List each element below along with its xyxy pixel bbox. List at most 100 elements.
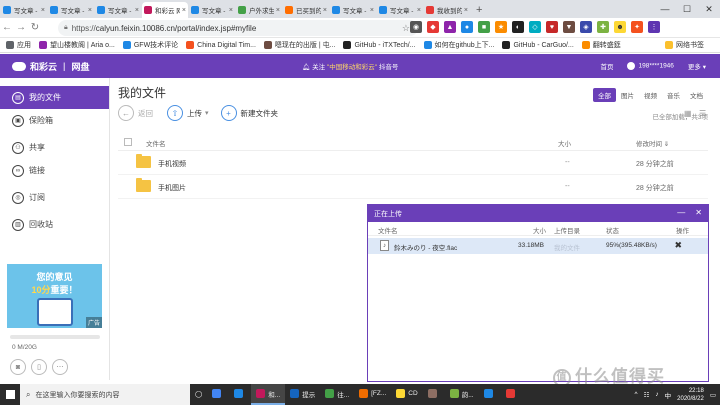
bookmark-item[interactable]: 应用 bbox=[6, 40, 31, 50]
bookmark-item[interactable]: GitHub - CarGuo/... bbox=[502, 41, 574, 49]
taskbar-app[interactable] bbox=[423, 384, 445, 405]
grid-view-icon[interactable]: ▦ bbox=[684, 109, 693, 118]
browser-tab[interactable]: 写文章 - 知× bbox=[95, 2, 141, 18]
taskbar-app[interactable] bbox=[207, 384, 229, 405]
sidebar-item-4[interactable]: ◎ 订阅 bbox=[0, 186, 109, 209]
taskbar-app[interactable]: 往... bbox=[320, 384, 354, 405]
close-window-button[interactable]: ✕ bbox=[698, 0, 720, 18]
column-size[interactable]: 大小 bbox=[558, 138, 571, 148]
sidebar-item-5[interactable]: ▥ 回收站 bbox=[0, 213, 109, 236]
bookmark-item[interactable]: China Digital Tim... bbox=[186, 41, 256, 49]
taskbar-app[interactable]: 韵... bbox=[445, 384, 479, 405]
ime-icon[interactable]: 中 bbox=[665, 390, 672, 400]
maximize-window-button[interactable]: ☐ bbox=[676, 0, 698, 18]
column-name[interactable]: 文件名 bbox=[146, 138, 166, 148]
close-tab-icon[interactable]: × bbox=[135, 7, 139, 14]
tray-arrow-icon[interactable]: ^ bbox=[635, 391, 638, 398]
bookmark-item[interactable]: 望山楼教阁 | Aria o... bbox=[39, 40, 115, 50]
filter-tab-1[interactable]: 图片 bbox=[616, 88, 639, 102]
minimize-window-button[interactable]: — bbox=[654, 0, 676, 18]
browser-tab[interactable]: 写文章 - 知× bbox=[189, 2, 235, 18]
more-menu[interactable]: 更多 ▾ bbox=[688, 61, 706, 71]
close-icon[interactable]: ✕ bbox=[695, 208, 702, 217]
minimize-icon[interactable]: — bbox=[677, 208, 685, 217]
extension-icon[interactable]: ■ bbox=[478, 21, 490, 33]
extension-icon[interactable]: ◆ bbox=[427, 21, 439, 33]
back-button[interactable]: 返回 bbox=[138, 108, 153, 119]
extension-icon[interactable]: ◇ bbox=[529, 21, 541, 33]
taskbar-app[interactable]: CD bbox=[391, 384, 422, 405]
extension-icon[interactable]: ▼ bbox=[563, 21, 575, 33]
cancel-upload-icon[interactable]: ✖ bbox=[674, 240, 682, 251]
upload-button[interactable]: 上传 bbox=[187, 108, 202, 119]
extension-icon[interactable]: ◐ bbox=[512, 21, 524, 33]
browser-tab[interactable]: 写文章 - 知× bbox=[48, 2, 94, 18]
column-modified[interactable]: 修改时间 ⇓ bbox=[636, 138, 669, 148]
extension-icon[interactable]: ◈ bbox=[580, 21, 592, 33]
browser-tab[interactable]: 户外求生指× bbox=[236, 2, 282, 18]
new-folder-icon[interactable]: + bbox=[220, 105, 237, 121]
filter-tab-3[interactable]: 音乐 bbox=[662, 88, 685, 102]
table-row[interactable]: 手机视频 -- 28 分钟之前 bbox=[118, 152, 708, 175]
taskbar-app[interactable] bbox=[501, 384, 523, 405]
sidebar-item-3[interactable]: ∞ 链接 bbox=[0, 159, 109, 182]
forward-nav-icon[interactable]: → bbox=[14, 22, 28, 33]
extension-icon[interactable]: ✚ bbox=[597, 21, 609, 33]
android-icon[interactable]: ◙ bbox=[10, 359, 26, 375]
back-nav-icon[interactable]: ← bbox=[0, 22, 14, 33]
bookmark-item[interactable]: 嗯现在的出版 | 屯... bbox=[263, 40, 335, 50]
taskbar-app[interactable]: 和... bbox=[251, 384, 286, 405]
task-view-icon[interactable]: ◯ bbox=[190, 384, 207, 405]
filter-tab-0[interactable]: 全部 bbox=[593, 88, 616, 102]
iphone-icon[interactable]: ▯ bbox=[31, 359, 47, 375]
browser-tab[interactable]: 和彩云 网盘× bbox=[142, 2, 188, 18]
sidebar-item-2[interactable]: ⚇ 共享 bbox=[0, 136, 109, 159]
sidebar-item-1[interactable]: ▣ 保险箱 bbox=[0, 109, 109, 132]
taskbar-search[interactable]: ⌕ 在这里输入你要搜索的内容 bbox=[20, 384, 190, 405]
profile-icon[interactable]: ⋮ bbox=[648, 21, 660, 33]
start-button[interactable] bbox=[0, 384, 20, 405]
taskbar-app[interactable] bbox=[479, 384, 501, 405]
close-tab-icon[interactable]: × bbox=[417, 7, 421, 14]
extension-icon[interactable]: ★ bbox=[495, 21, 507, 33]
bookmark-item[interactable]: 翻转盛筵 bbox=[581, 40, 621, 50]
sidebar-item-0[interactable]: ▤ 我的文件 bbox=[0, 86, 109, 109]
taskbar-app[interactable] bbox=[229, 384, 251, 405]
chevron-down-icon[interactable]: ▾ bbox=[205, 109, 209, 117]
close-tab-icon[interactable]: × bbox=[41, 7, 45, 14]
site-logo[interactable]: 和彩云 | 网盘 bbox=[12, 60, 90, 73]
taskbar-app[interactable]: [FZ... bbox=[354, 384, 391, 405]
back-arrow-icon[interactable]: ← bbox=[118, 105, 134, 121]
reload-icon[interactable]: ↻ bbox=[28, 22, 42, 33]
upload-icon[interactable]: ⇧ bbox=[167, 105, 183, 121]
home-link[interactable]: 首页 bbox=[600, 61, 613, 71]
volume-icon[interactable]: ♪ bbox=[655, 391, 658, 398]
clock[interactable]: 22:18 2020/8/22 bbox=[677, 387, 704, 403]
browser-tab[interactable]: 写文章 - 知× bbox=[330, 2, 376, 18]
table-row[interactable]: 手机图片 -- 28 分钟之前 bbox=[118, 176, 708, 199]
new-folder-button[interactable]: 新建文件夹 bbox=[241, 108, 279, 119]
bookmark-star-icon[interactable]: ☆ bbox=[402, 23, 410, 34]
feedback-promo-banner[interactable]: 您的意见 10分重要！ 广告 bbox=[7, 264, 102, 328]
header-notice[interactable]: 🔔︎ 关注 "中国移动和彩云" 抖音号 bbox=[302, 61, 398, 71]
close-tab-icon[interactable]: × bbox=[88, 7, 92, 14]
file-name[interactable]: 手机视频 bbox=[158, 159, 186, 169]
network-icon[interactable]: ☷ bbox=[644, 391, 650, 399]
address-bar[interactable]: 🔒︎ https:// calyun.feixin.10086.cn/porta… bbox=[58, 20, 418, 36]
taskbar-app[interactable]: 提示 bbox=[285, 384, 320, 405]
extension-icon[interactable]: ● bbox=[461, 21, 473, 33]
more-apps-icon[interactable]: ⋯ bbox=[52, 359, 68, 375]
close-tab-icon[interactable]: × bbox=[323, 7, 327, 14]
extension-icon[interactable]: ▲ bbox=[444, 21, 456, 33]
browser-tab[interactable]: 已买到的宝× bbox=[283, 2, 329, 18]
file-name[interactable]: 手机图片 bbox=[158, 183, 186, 193]
browser-tab[interactable]: 写文章 - 知× bbox=[1, 2, 47, 18]
extension-icon[interactable]: ☻ bbox=[614, 21, 626, 33]
bookmark-item[interactable]: GFW技术评论 bbox=[122, 40, 178, 50]
close-tab-icon[interactable]: × bbox=[276, 7, 280, 14]
close-tab-icon[interactable]: × bbox=[464, 7, 468, 14]
upload-item-row[interactable]: ♪ 鈴木みのり - 夜空.flac 33.18MB 我的文件 95%(395.4… bbox=[368, 238, 708, 254]
browser-tab[interactable]: 写文章 - 知× bbox=[377, 2, 423, 18]
user-account[interactable]: 198****1946 bbox=[627, 62, 674, 70]
list-view-icon[interactable]: ☰ bbox=[699, 109, 708, 118]
